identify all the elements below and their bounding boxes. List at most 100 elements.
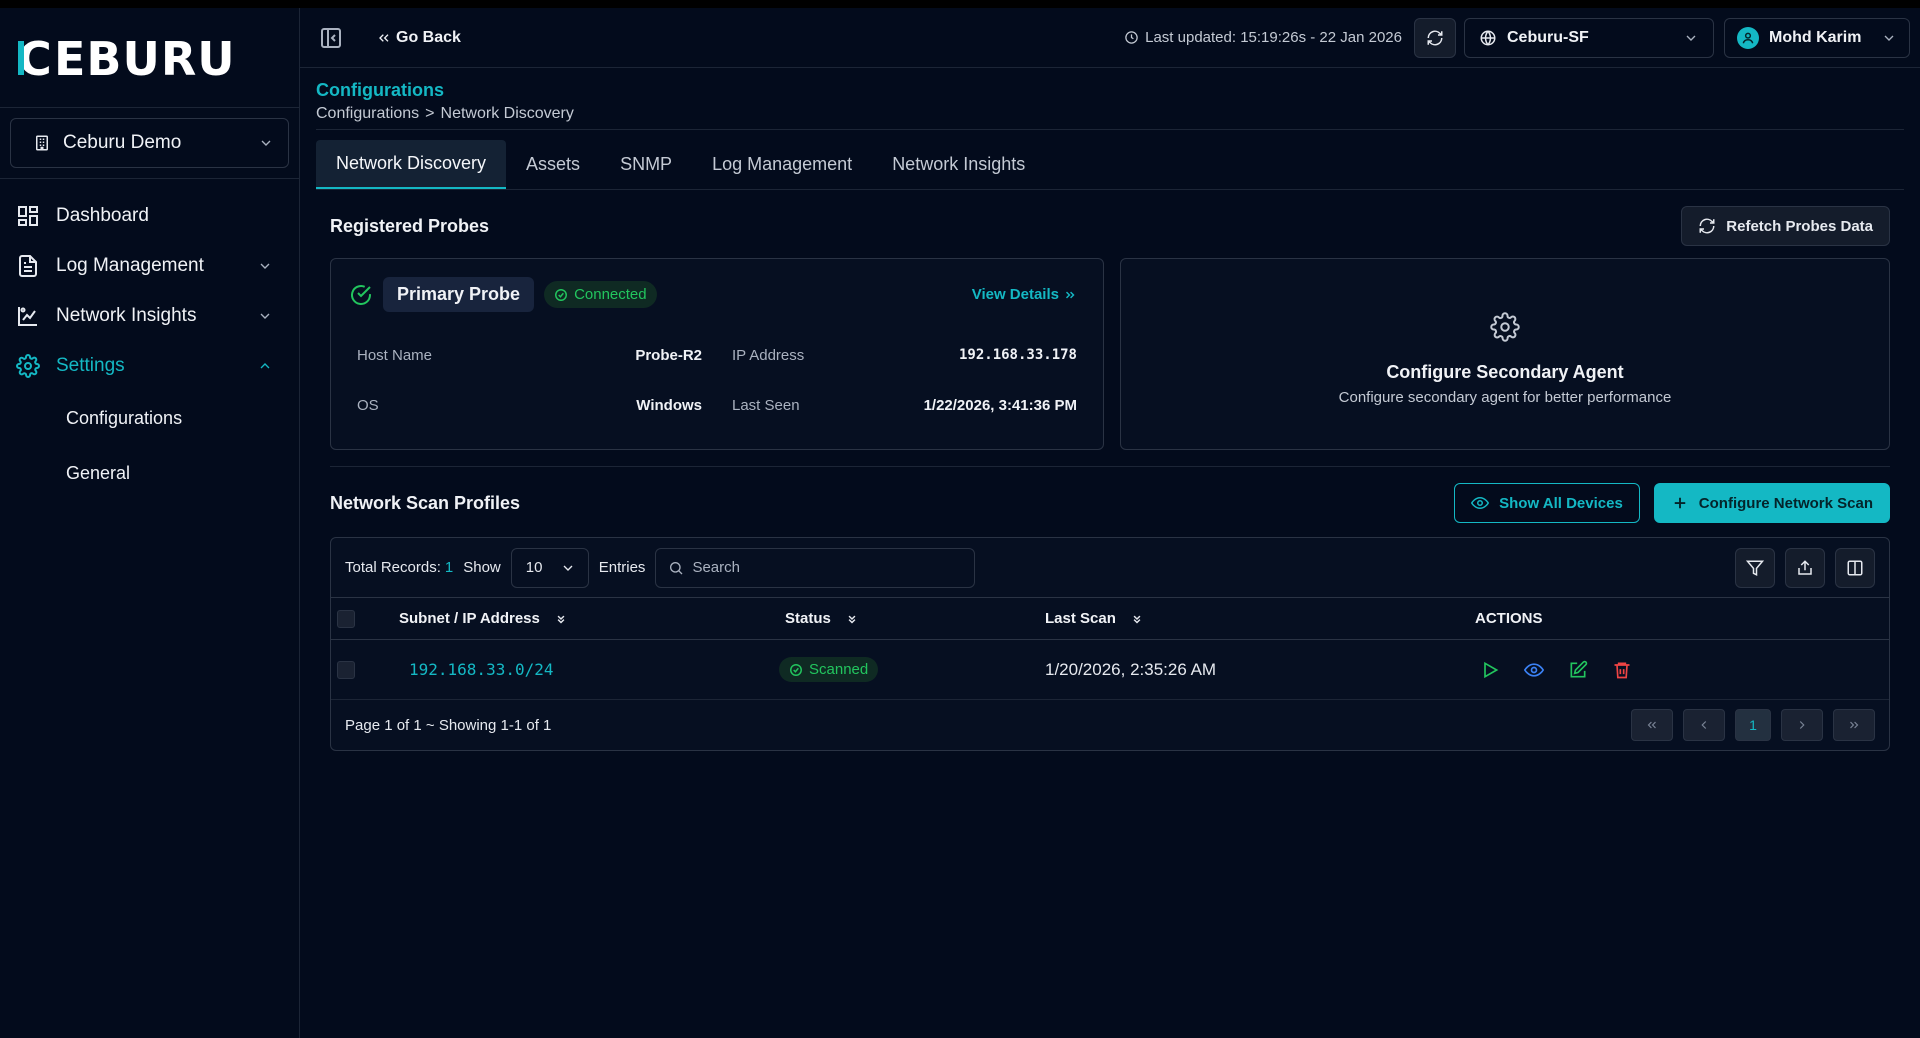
run-scan-icon[interactable] (1479, 659, 1501, 681)
sidebar-item-dashboard[interactable]: Dashboard (0, 191, 299, 241)
column-last-scan-label: Last Scan (1045, 610, 1116, 627)
column-actions: ACTIONS (1475, 610, 1543, 627)
show-label: Show (463, 559, 501, 576)
edit-icon[interactable] (1567, 659, 1589, 681)
sidebar-item-label: Log Management (56, 255, 204, 276)
app-window: C C EBURU Ceburu Demo Dashboard (0, 8, 1920, 1038)
show-all-devices-label: Show All Devices (1499, 494, 1623, 512)
page-title: Configurations (316, 80, 444, 100)
os-value: Windows (636, 396, 702, 414)
status-badge-label: Scanned (809, 661, 869, 678)
last-seen-value: 1/22/2026, 3:41:36 PM (923, 396, 1077, 414)
sidebar-subitem-configurations[interactable]: Configurations (0, 391, 299, 446)
page-number-button[interactable]: 1 (1735, 709, 1771, 741)
share-icon (1796, 559, 1814, 577)
check-circle-icon (349, 283, 373, 307)
go-back-button[interactable]: Go Back (376, 29, 461, 47)
sort-icon[interactable] (554, 612, 568, 626)
page-size-value: 10 (525, 559, 543, 576)
section-divider (330, 466, 1890, 467)
tab-network-insights[interactable]: Network Insights (872, 140, 1045, 189)
search-icon (668, 560, 684, 576)
avatar (1737, 26, 1759, 49)
chevrons-right-icon (1850, 721, 1859, 729)
status-badge-label: Connected (574, 286, 647, 303)
brand-logo: C C EBURU (0, 8, 299, 108)
sidebar-nav: Dashboard Log Management Network Insight… (0, 191, 299, 501)
svg-text:EBURU: EBURU (54, 35, 236, 81)
configure-secondary-agent-card[interactable]: Configure Secondary Agent Configure seco… (1120, 258, 1890, 450)
user-icon (1742, 32, 1754, 43)
ceburu-logo: C C EBURU (18, 35, 236, 81)
page-header: Configurations Configurations > Network … (300, 68, 1920, 123)
sidebar-item-settings[interactable]: Settings (0, 341, 299, 391)
probe-cards: Primary Probe Connected View Details Hos… (330, 258, 1890, 450)
go-back-label: Go Back (396, 28, 461, 46)
last-page-button[interactable] (1833, 709, 1875, 741)
tab-network-discovery[interactable]: Network Discovery (316, 140, 507, 189)
search-box (655, 547, 976, 588)
status-badge: Connected (544, 281, 657, 308)
sidebar: C C EBURU Ceburu Demo Dashboard (0, 8, 300, 1038)
os-label: OS (357, 396, 379, 414)
total-records-label: Total Records: (345, 559, 441, 576)
view-details-link[interactable]: View Details (972, 286, 1077, 303)
gear-icon (1490, 312, 1520, 342)
sidebar-item-label: Settings (56, 355, 125, 376)
sidebar-collapse-icon[interactable] (318, 25, 344, 51)
row-checkbox[interactable] (337, 660, 355, 679)
check-circle-icon (554, 288, 568, 302)
configure-network-scan-button[interactable]: Configure Network Scan (1653, 483, 1890, 523)
tab-assets[interactable]: Assets (506, 140, 600, 189)
probe-details: Host Name Probe-R2 IP Address 192.168.33… (349, 330, 1077, 430)
tab-log-management[interactable]: Log Management (692, 140, 872, 189)
scan-profiles-table: Total Records: 1 Show 10 Entries Search … (330, 537, 1890, 751)
last-seen-label: Last Seen (732, 396, 800, 414)
document-icon (16, 254, 40, 278)
view-icon[interactable] (1523, 659, 1545, 681)
column-last-scan: Last Scan (1045, 610, 1475, 627)
subnet-link[interactable]: 192.168.33.0/24 (409, 660, 554, 679)
view-details-label: View Details (971, 286, 1059, 303)
dashboard-icon (16, 204, 40, 228)
site-selector[interactable]: Ceburu-SF (1464, 17, 1714, 58)
row-select-cell (331, 660, 363, 679)
first-page-button[interactable] (1631, 709, 1673, 741)
columns-button[interactable] (1835, 547, 1875, 588)
gear-icon (16, 354, 40, 378)
export-button[interactable] (1785, 547, 1825, 588)
filter-button[interactable] (1735, 547, 1775, 588)
sort-icon[interactable] (1130, 612, 1144, 626)
chevron-down-icon (257, 258, 273, 274)
search-input[interactable] (692, 559, 963, 576)
delete-icon[interactable] (1611, 659, 1633, 681)
refresh-button[interactable] (1414, 17, 1456, 58)
status-badge: Scanned (779, 657, 879, 682)
table-row: 192.168.33.0/24 Scanned 1/20/2026, 2:35:… (331, 640, 1889, 700)
breadcrumb-configurations[interactable]: Configurations (316, 105, 419, 123)
tab-snmp[interactable]: SNMP (600, 140, 692, 189)
filter-icon (1746, 559, 1764, 577)
tenant-selector[interactable]: Ceburu Demo (10, 118, 289, 168)
probe-card-header: Primary Probe Connected View Details (349, 277, 1077, 312)
sidebar-item-network-insights[interactable]: Network Insights (0, 291, 299, 341)
scan-profiles-header: Network Scan Profiles Show All Devices C… (330, 483, 1890, 523)
tab-bar: Network Discovery Assets SNMP Log Manage… (316, 140, 1904, 190)
sort-icon[interactable] (845, 612, 859, 626)
chevrons-left-icon (1647, 721, 1656, 729)
page-size-select[interactable]: 10 (510, 547, 589, 588)
sidebar-item-log-management[interactable]: Log Management (0, 241, 299, 291)
column-status: Status (785, 610, 1045, 627)
refetch-probes-button[interactable]: Refetch Probes Data (1681, 206, 1890, 246)
select-all-checkbox[interactable] (337, 609, 355, 628)
pagination: 1 (1631, 709, 1875, 741)
tenant-name: Ceburu Demo (63, 132, 182, 153)
sidebar-subitem-general[interactable]: General (0, 446, 299, 501)
main-content: Go Back Last updated: 15:19:26s - 22 Jan… (300, 8, 1920, 1038)
next-page-button[interactable] (1781, 709, 1823, 741)
table-footer: Page 1 of 1 ~ Showing 1-1 of 1 1 (331, 700, 1889, 750)
prev-page-button[interactable] (1683, 709, 1725, 741)
host-name-field: Host Name Probe-R2 (357, 330, 702, 380)
user-menu[interactable]: Mohd Karim (1724, 17, 1910, 58)
show-all-devices-button[interactable]: Show All Devices (1454, 483, 1640, 523)
